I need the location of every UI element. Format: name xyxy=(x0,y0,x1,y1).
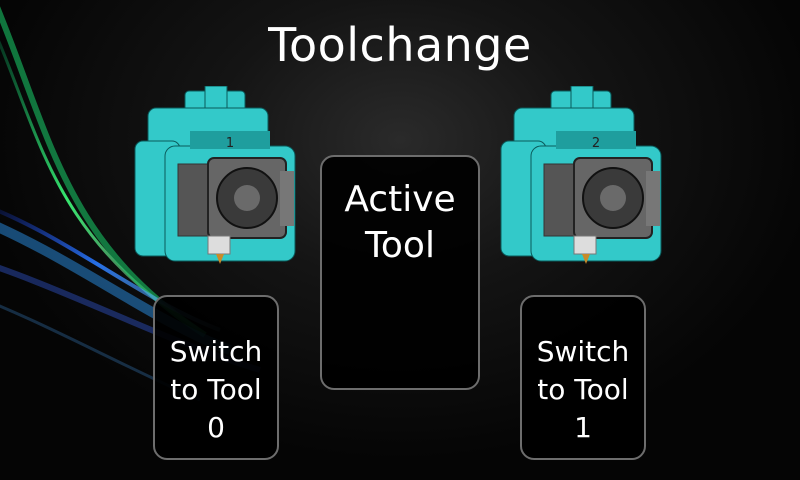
switch-to-tool-1-button[interactable]: Switch to Tool 1 xyxy=(520,295,646,460)
switch-tool-0-line2: to Tool xyxy=(170,373,262,406)
svg-text:2: 2 xyxy=(592,136,600,151)
toolhead-0-icon: 1 xyxy=(134,86,296,264)
active-tool-panel: Active Tool xyxy=(320,155,480,390)
toolchange-screen: Toolchange 1 2 Switch to Tool 0 Active T… xyxy=(0,0,800,480)
active-tool-line2: Tool xyxy=(365,225,435,266)
switch-tool-0-line1: Switch xyxy=(169,335,263,368)
switch-tool-0-line3: 0 xyxy=(207,411,225,444)
switch-tool-1-line1: Switch xyxy=(536,335,630,368)
toolhead-1-icon: 2 xyxy=(500,86,662,264)
switch-to-tool-0-button[interactable]: Switch to Tool 0 xyxy=(153,295,279,460)
switch-tool-1-line3: 1 xyxy=(574,411,592,444)
svg-text:1: 1 xyxy=(226,136,234,151)
page-title: Toolchange xyxy=(268,18,532,72)
switch-tool-1-line2: to Tool xyxy=(537,373,629,406)
active-tool-line1: Active xyxy=(344,179,456,220)
